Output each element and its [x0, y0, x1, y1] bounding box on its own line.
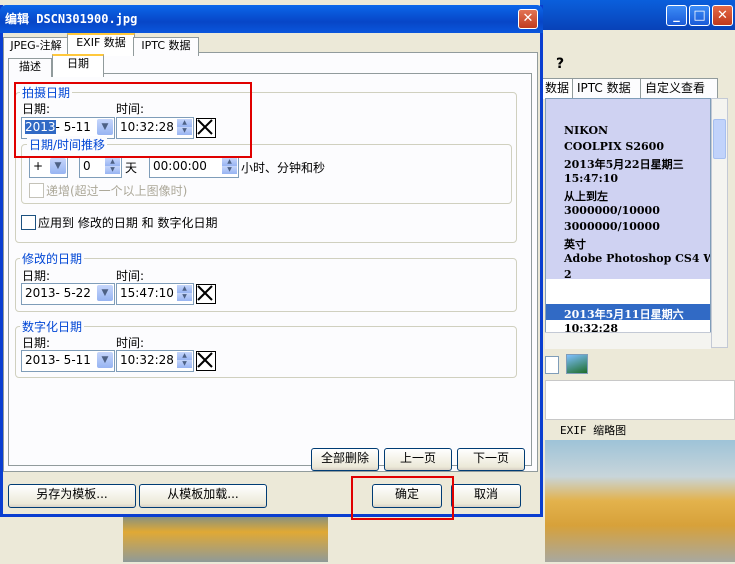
time-unit-label: 小时、分钟和秒: [241, 161, 326, 175]
tab-date[interactable]: 日期: [52, 54, 104, 77]
list-item: 3000000/10000: [564, 220, 660, 233]
clear-modified-date-icon[interactable]: [196, 284, 216, 304]
vertical-scrollbar[interactable]: [711, 98, 728, 348]
digitized-time-value: 10:32:28: [120, 353, 174, 367]
spin-up-icon[interactable]: ▲: [177, 285, 192, 293]
modified-date-picker[interactable]: 2013- 5-22 ▼: [21, 283, 115, 305]
tab-iptc[interactable]: IPTC 数据: [572, 78, 650, 99]
list-item: Adobe Photoshop CS4 W: [564, 252, 711, 265]
shift-sign-select[interactable]: + ▼: [29, 156, 68, 178]
shift-days-spinner[interactable]: 0 ▲ ▼: [79, 156, 122, 178]
apply-to-dates-checkbox[interactable]: [21, 215, 36, 230]
list-item-selected[interactable]: 2013年5月11日星期六: [564, 306, 684, 322]
maximize-icon[interactable]: □: [689, 5, 710, 26]
modified-time-label: 时间:: [116, 269, 145, 283]
list-item: 3000000/10000: [564, 204, 660, 217]
image-icon[interactable]: [566, 354, 588, 374]
days-unit-label: 天: [125, 161, 138, 175]
delete-all-button[interactable]: 全部删除: [311, 448, 379, 471]
scrollbar-thumb[interactable]: [713, 119, 726, 159]
list-item: 2013年5月22日星期三: [564, 158, 684, 171]
background-tabs: 数据 IPTC 数据 自定义查看: [540, 78, 735, 99]
toolbar-button[interactable]: [545, 356, 559, 374]
list-item: 英寸: [564, 238, 586, 251]
shot-date-highlight-box: [14, 82, 252, 158]
tab-iptc-data[interactable]: IPTC 数据: [133, 37, 199, 56]
preview-area: [545, 380, 735, 420]
tab-custom-view[interactable]: 自定义查看: [640, 78, 718, 99]
dialog-title: 编辑 DSCN301900.jpg: [0, 5, 543, 33]
tab-description[interactable]: 描述: [8, 58, 52, 77]
save-as-template-button[interactable]: 另存为模板...: [8, 484, 136, 508]
photo-thumbnail-main: [123, 512, 328, 562]
next-page-button[interactable]: 下一页: [457, 448, 525, 471]
background-title-bar: _ □ ✕: [540, 0, 735, 30]
chevron-down-icon[interactable]: ▼: [97, 285, 113, 301]
modified-date-title: 修改的日期: [20, 250, 85, 267]
horizontal-scrollbar[interactable]: [545, 332, 711, 349]
spin-up-icon[interactable]: ▲: [177, 352, 192, 360]
help-icon[interactable]: ?: [556, 56, 576, 74]
digitized-date-title: 数字化日期: [20, 318, 85, 335]
modified-date-value: 2013- 5-22: [25, 286, 91, 300]
list-item: COOLPIX S2600: [564, 140, 664, 153]
modified-time-spinner[interactable]: 15:47:10 ▲ ▼: [116, 283, 194, 305]
load-template-button[interactable]: 从模板加载...: [139, 484, 267, 508]
cancel-button[interactable]: 取消: [451, 484, 521, 508]
chevron-down-icon[interactable]: ▼: [50, 158, 66, 174]
digitized-time-spinner[interactable]: 10:32:28 ▲ ▼: [116, 350, 194, 372]
digitized-time-label: 时间:: [116, 336, 145, 350]
spin-down-icon[interactable]: ▼: [105, 166, 120, 174]
list-item: NIKON: [564, 124, 609, 137]
digitized-date-label: 日期:: [22, 336, 51, 350]
list-item: 从上到左: [564, 190, 608, 203]
spin-down-icon[interactable]: ▼: [177, 360, 192, 368]
incremental-checkbox[interactable]: [29, 183, 44, 198]
digitized-date-picker[interactable]: 2013- 5-11 ▼: [21, 350, 115, 372]
exif-thumbnail-label: EXIF 缩略图: [560, 424, 627, 437]
spin-down-icon[interactable]: ▼: [177, 293, 192, 301]
spin-up-icon[interactable]: ▲: [222, 158, 237, 166]
digitized-date-value: 2013- 5-11: [25, 353, 91, 367]
apply-to-dates-label: 应用到 修改的日期 和 数字化日期: [38, 216, 218, 230]
incremental-label: 递增(超过一个以上图像时): [46, 184, 188, 198]
close-icon[interactable]: ✕: [712, 5, 733, 26]
shift-days-value: 0: [83, 159, 91, 173]
photo-thumbnail: [545, 440, 735, 562]
list-item: 2: [564, 268, 572, 281]
prev-page-button[interactable]: 上一页: [384, 448, 452, 471]
list-item: 15:47:10: [564, 172, 619, 185]
spin-up-icon[interactable]: ▲: [105, 158, 120, 166]
minimize-icon[interactable]: _: [666, 5, 687, 26]
exif-data-list[interactable]: NIKON COOLPIX S2600 2013年5月22日星期三 15:47:…: [545, 98, 711, 348]
shift-time-value: 00:00:00: [153, 159, 207, 173]
modified-time-value: 15:47:10: [120, 286, 174, 300]
spin-down-icon[interactable]: ▼: [222, 166, 237, 174]
ok-highlight-box: [351, 476, 454, 520]
shift-time-spinner[interactable]: 00:00:00 ▲ ▼: [149, 156, 239, 178]
shift-sign-value: +: [33, 159, 44, 173]
clear-digitized-date-icon[interactable]: [196, 351, 216, 371]
modified-date-label: 日期:: [22, 269, 51, 283]
tab-exif-data[interactable]: EXIF 数据: [67, 33, 135, 56]
chevron-down-icon[interactable]: ▼: [97, 352, 113, 368]
close-icon[interactable]: ✕: [518, 9, 538, 29]
